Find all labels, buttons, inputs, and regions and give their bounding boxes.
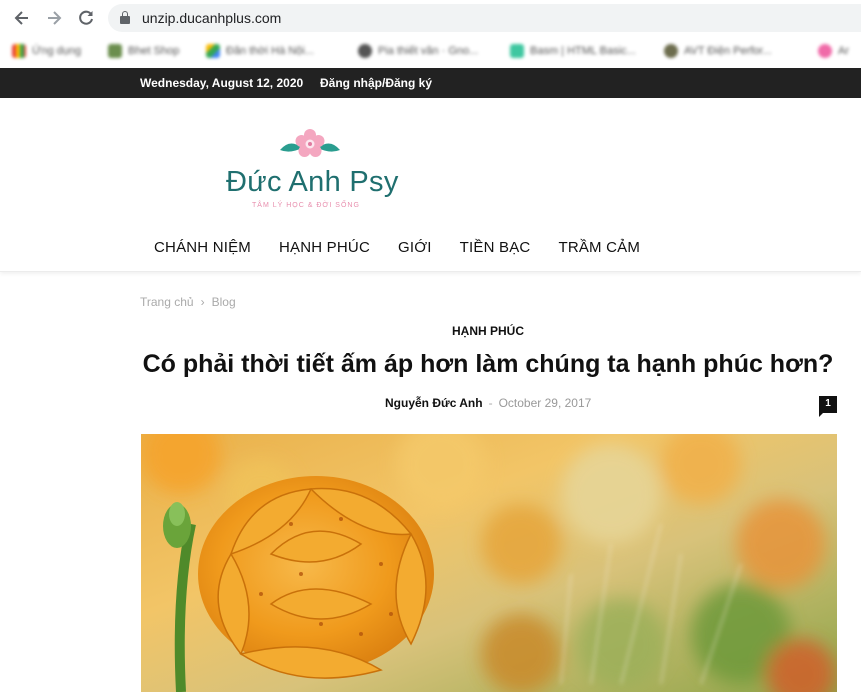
article-title: Có phải thời tiết ấm áp hơn làm chúng ta… [142, 350, 834, 378]
article-category[interactable]: HẠNH PHÚC [0, 324, 861, 338]
site-topbar: Wednesday, August 12, 2020 Đăng nhập/Đăn… [0, 68, 861, 98]
logo-tagline: TÂM LÝ HỌC & ĐỜI SỐNG [252, 202, 360, 209]
breadcrumb-home[interactable]: Trang chủ [140, 295, 194, 309]
reload-button[interactable] [76, 8, 96, 28]
article-meta: Nguyễn Đức Anh - October 29, 2017 [385, 396, 591, 410]
bookmarks-bar: Ứng dụng Bhet Shop Đăn thời Hà Nội... Pi… [0, 36, 861, 66]
article-date: October 29, 2017 [498, 396, 592, 410]
menu-item-hanh-phuc[interactable]: HẠNH PHÚC [279, 239, 370, 256]
bookmark-apps[interactable]: Ứng dụng [12, 42, 81, 60]
article-author[interactable]: Nguyễn Đức Anh [385, 396, 483, 410]
breadcrumb-blog[interactable]: Blog [212, 295, 236, 309]
bookmark-favicon-icon [510, 44, 524, 58]
bookmark-item[interactable]: Basm | HTML Basic... [510, 42, 636, 60]
site-logo[interactable]: Đức Anh Psy TÂM LÝ HỌC & ĐỜI SỐNG [226, 128, 401, 213]
forward-button[interactable] [44, 8, 64, 28]
back-button[interactable] [12, 8, 32, 28]
menu-item-tien-bac[interactable]: TIỀN BẠC [460, 239, 531, 256]
bookmark-favicon-icon [358, 44, 372, 58]
bookmark-item[interactable]: Pia thiết văn · Gno... [358, 42, 478, 60]
login-link[interactable]: Đăng nhập/Đăng ký [320, 76, 432, 90]
site-header: Đức Anh Psy TÂM LÝ HỌC & ĐỜI SỐNG CHÁNH … [0, 98, 861, 272]
menu-item-gioi[interactable]: GIỚI [398, 239, 432, 256]
bookmark-favicon-icon [664, 44, 678, 58]
url-text: unzip.ducanhplus.com [142, 10, 282, 26]
bookmark-item[interactable]: Bhet Shop [108, 42, 179, 60]
article-featured-image [141, 434, 837, 692]
marigold-photo [141, 434, 837, 692]
apps-icon [12, 44, 26, 58]
menu-item-chanh-niem[interactable]: CHÁNH NIỆM [154, 239, 251, 256]
menu-item-tram-cam[interactable]: TRẦM CẢM [558, 239, 640, 256]
comment-count-badge[interactable]: 1 [819, 396, 837, 417]
bookmark-favicon-icon [818, 44, 832, 58]
meta-separator: - [488, 396, 493, 410]
main-menu: CHÁNH NIỆM HẠNH PHÚC GIỚI TIỀN BẠC TRẦM … [154, 239, 640, 256]
breadcrumb-separator: › [200, 295, 205, 309]
bookmark-item[interactable]: Đăn thời Hà Nội... [206, 42, 314, 60]
bookmark-item[interactable]: Ar [818, 42, 849, 60]
bookmark-item[interactable]: AVT Điện Perfor... [664, 42, 772, 60]
address-bar[interactable]: unzip.ducanhplus.com [108, 4, 861, 32]
bookmark-favicon-icon [108, 44, 122, 58]
current-date: Wednesday, August 12, 2020 [140, 76, 304, 90]
logo-name: Đức Anh Psy [226, 166, 399, 198]
flower-logo-icon [280, 129, 340, 157]
browser-toolbar: unzip.ducanhplus.com [0, 0, 861, 36]
drive-icon [206, 44, 220, 58]
arrow-left-icon [14, 11, 28, 25]
breadcrumb: Trang chủ › Blog [140, 295, 236, 309]
arrow-right-icon [48, 11, 62, 25]
lock-icon [120, 11, 130, 24]
reload-icon [79, 10, 93, 25]
